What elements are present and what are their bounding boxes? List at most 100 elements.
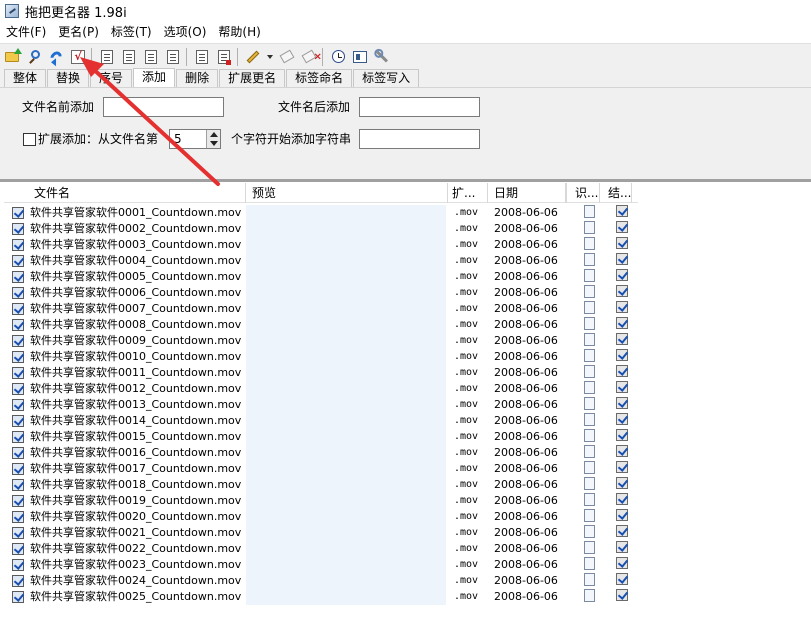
splitter[interactable] xyxy=(0,179,811,182)
table-row[interactable]: 软件共享管家软件0010_Countdown.mov .mov 2008-06-06 xyxy=(4,349,638,365)
menu-help[interactable]: 帮助(H) xyxy=(212,22,266,42)
menu-options[interactable]: 选项(O) xyxy=(158,22,213,42)
row-checkbox[interactable] xyxy=(12,495,24,507)
tag-button[interactable] xyxy=(277,47,297,67)
table-row[interactable]: 软件共享管家软件0015_Countdown.mov .mov 2008-06-06 xyxy=(4,429,638,445)
tab-delete[interactable]: 删除 xyxy=(176,69,219,87)
table-row[interactable]: 软件共享管家软件0013_Countdown.mov .mov 2008-06-06 xyxy=(4,397,638,413)
table-row[interactable]: 软件共享管家软件0024_Countdown.mov .mov 2008-06-06 xyxy=(4,573,638,589)
row-checkbox[interactable] xyxy=(12,463,24,475)
column-date[interactable]: 日期 xyxy=(488,183,566,203)
doc-red-button[interactable] xyxy=(214,47,234,67)
tools-button[interactable] xyxy=(372,47,392,67)
clock-button[interactable] xyxy=(328,47,348,67)
row-checkbox[interactable] xyxy=(12,335,24,347)
filename-text: 软件共享管家软件0004_Countdown.mov xyxy=(30,254,242,267)
table-row[interactable]: 软件共享管家软件0019_Countdown.mov .mov 2008-06-06 xyxy=(4,493,638,509)
filename-text: 软件共享管家软件0012_Countdown.mov xyxy=(30,382,242,395)
row-checkbox[interactable] xyxy=(12,351,24,363)
table-row[interactable]: 软件共享管家软件0017_Countdown.mov .mov 2008-06-06 xyxy=(4,461,638,477)
row-checkbox[interactable] xyxy=(12,223,24,235)
table-row[interactable]: 软件共享管家软件0005_Countdown.mov .mov 2008-06-06 xyxy=(4,269,638,285)
position-stepper[interactable]: 5 xyxy=(169,129,221,149)
table-row[interactable]: 软件共享管家软件0008_Countdown.mov .mov 2008-06-06 xyxy=(4,317,638,333)
extend-add-checkbox[interactable] xyxy=(23,133,36,146)
row-checkbox[interactable] xyxy=(12,559,24,571)
undo-button[interactable] xyxy=(46,47,66,67)
row-checkbox[interactable] xyxy=(12,591,24,603)
row-checkbox[interactable] xyxy=(12,543,24,555)
row-checkbox[interactable] xyxy=(12,207,24,219)
table-row[interactable]: 软件共享管家软件0002_Countdown.mov .mov 2008-06-06 xyxy=(4,221,638,237)
table-row[interactable]: 软件共享管家软件0006_Countdown.mov .mov 2008-06-06 xyxy=(4,285,638,301)
table-row[interactable]: 软件共享管家软件0009_Countdown.mov .mov 2008-06-06 xyxy=(4,333,638,349)
row-checkbox[interactable] xyxy=(12,511,24,523)
table-row[interactable]: 软件共享管家软件0011_Countdown.mov .mov 2008-06-06 xyxy=(4,365,638,381)
row-checkbox[interactable] xyxy=(12,239,24,251)
position-value: 5 xyxy=(174,132,182,146)
row-checkbox[interactable] xyxy=(12,399,24,411)
row-checkbox[interactable] xyxy=(12,415,24,427)
open-folder-button[interactable] xyxy=(2,47,22,67)
row-checkbox[interactable] xyxy=(12,303,24,315)
dropdown-button[interactable] xyxy=(265,47,275,67)
tab-sequence[interactable]: 序号 xyxy=(90,69,133,87)
table-row[interactable]: 软件共享管家软件0020_Countdown.mov .mov 2008-06-06 xyxy=(4,509,638,525)
tag-remove-button[interactable] xyxy=(299,47,319,67)
row-checkbox[interactable] xyxy=(12,383,24,395)
search-icon xyxy=(30,50,40,59)
column-identify[interactable]: 识... xyxy=(566,183,600,203)
doc-list-button-3[interactable] xyxy=(141,47,161,67)
table-row[interactable]: 软件共享管家软件0004_Countdown.mov .mov 2008-06-06 xyxy=(4,253,638,269)
table-row[interactable]: 软件共享管家软件0023_Countdown.mov .mov 2008-06-06 xyxy=(4,557,638,573)
row-checkbox[interactable] xyxy=(12,447,24,459)
table-row[interactable]: 软件共享管家软件0016_Countdown.mov .mov 2008-06-06 xyxy=(4,445,638,461)
row-checkbox[interactable] xyxy=(12,431,24,443)
table-row[interactable]: 软件共享管家软件0021_Countdown.mov .mov 2008-06-06 xyxy=(4,525,638,541)
check-button[interactable]: √ xyxy=(68,47,88,67)
column-ext[interactable]: 扩... xyxy=(448,183,488,203)
menu-file[interactable]: 文件(F) xyxy=(0,22,52,42)
table-row[interactable]: 软件共享管家软件0003_Countdown.mov .mov 2008-06-06 xyxy=(4,237,638,253)
column-preview[interactable]: 预览 xyxy=(246,183,448,203)
stepper-buttons[interactable] xyxy=(206,130,220,148)
row-checkbox[interactable] xyxy=(12,271,24,283)
doc-list-button-1[interactable] xyxy=(97,47,117,67)
doc-list-button-4[interactable] xyxy=(163,47,183,67)
row-checkbox[interactable] xyxy=(12,367,24,379)
tab-tag-write[interactable]: 标签写入 xyxy=(353,69,420,87)
pencil-button[interactable] xyxy=(243,47,263,67)
table-row[interactable]: 软件共享管家软件0022_Countdown.mov .mov 2008-06-06 xyxy=(4,541,638,557)
row-checkbox[interactable] xyxy=(12,319,24,331)
table-row[interactable]: 软件共享管家软件0012_Countdown.mov .mov 2008-06-06 xyxy=(4,381,638,397)
row-checkbox[interactable] xyxy=(12,255,24,267)
table-row[interactable]: 软件共享管家软件0025_Countdown.mov .mov 2008-06-06 xyxy=(4,589,638,605)
tab-extended-rename[interactable]: 扩展更名 xyxy=(219,69,286,87)
suffix-input[interactable] xyxy=(359,97,480,117)
tab-overall[interactable]: 整体 xyxy=(4,69,47,87)
tab-tag-naming[interactable]: 标签命名 xyxy=(286,69,353,87)
row-checkbox[interactable] xyxy=(12,527,24,539)
doc-list-button-2[interactable] xyxy=(119,47,139,67)
row-checkbox[interactable] xyxy=(12,287,24,299)
tab-replace[interactable]: 替换 xyxy=(47,69,90,87)
table-row[interactable]: 软件共享管家软件0001_Countdown.mov .mov 2008-06-06 xyxy=(4,205,638,221)
row-checkbox[interactable] xyxy=(12,479,24,491)
tab-add[interactable]: 添加 xyxy=(133,68,176,87)
stepper-up-icon[interactable] xyxy=(210,132,218,137)
window-button[interactable] xyxy=(350,47,370,67)
column-filename[interactable]: 文件名 xyxy=(4,183,246,203)
table-row[interactable]: 软件共享管家软件0018_Countdown.mov .mov 2008-06-06 xyxy=(4,477,638,493)
prefix-input[interactable] xyxy=(103,97,224,117)
doc-button[interactable] xyxy=(192,47,212,67)
stepper-down-icon[interactable] xyxy=(210,141,218,146)
menu-rename[interactable]: 更名(P) xyxy=(52,22,105,42)
table-row[interactable]: 软件共享管家软件0014_Countdown.mov .mov 2008-06-06 xyxy=(4,413,638,429)
cell-identify xyxy=(572,445,606,461)
search-button[interactable] xyxy=(24,47,44,67)
insert-string-input[interactable] xyxy=(359,129,480,149)
row-checkbox[interactable] xyxy=(12,575,24,587)
column-result[interactable]: 结... xyxy=(600,183,632,203)
menu-tag[interactable]: 标签(T) xyxy=(105,22,158,42)
table-row[interactable]: 软件共享管家软件0007_Countdown.mov .mov 2008-06-06 xyxy=(4,301,638,317)
